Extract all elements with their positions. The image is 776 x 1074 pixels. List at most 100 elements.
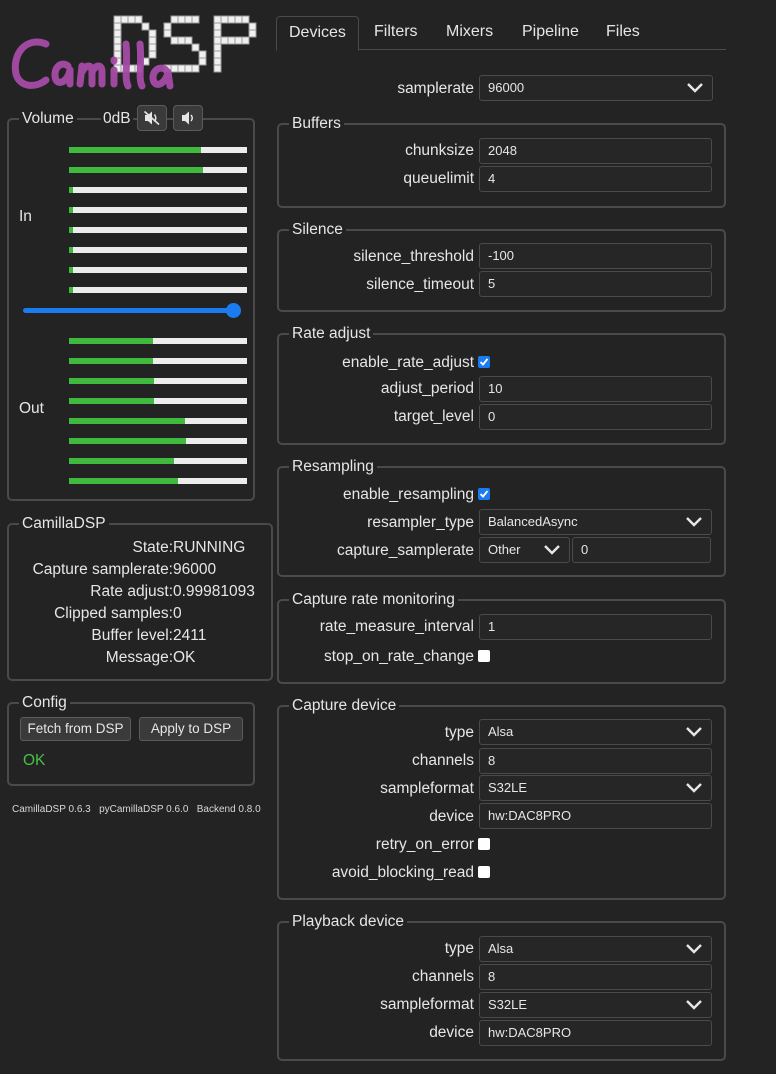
- resampler-type-select[interactable]: BalancedAsync: [479, 509, 712, 535]
- capture-device-input[interactable]: hw:DAC8PRO: [479, 803, 712, 829]
- chevron-down-icon: [687, 83, 703, 93]
- capture-type-value: Alsa: [488, 724, 514, 739]
- chevron-down-icon: [544, 545, 560, 555]
- input-meter-level: [69, 267, 73, 273]
- output-meter: [69, 418, 247, 424]
- status-value: RUNNING: [173, 539, 246, 556]
- resampler-type-label: resampler_type: [367, 514, 474, 531]
- playback-sampleformat-label: sampleformat: [380, 996, 474, 1013]
- input-meter: [69, 287, 247, 293]
- output-meter-level: [69, 338, 153, 344]
- input-meter: [69, 267, 247, 273]
- speaker-muted-icon: [143, 110, 160, 126]
- volume-panel: Volume 0dB In Out: [7, 105, 255, 501]
- playback-type-label: type: [444, 940, 474, 957]
- capture-channels-input[interactable]: 8: [479, 748, 712, 774]
- playback-sampleformat-select[interactable]: S32LE: [479, 992, 712, 1018]
- tab-bar: Devices Filters Mixers Pipeline Files: [276, 16, 726, 51]
- capture-device-label: device: [429, 808, 474, 825]
- config-panel: Config Fetch from DSP Apply to DSP OK: [7, 693, 255, 786]
- capture-type-label: type: [444, 724, 474, 741]
- adjust-period-input[interactable]: 10: [479, 376, 712, 402]
- chevron-down-icon: [686, 783, 702, 793]
- input-meter: [69, 227, 247, 233]
- apply-to-dsp-button[interactable]: Apply to DSP: [139, 717, 243, 741]
- playback-device-label: device: [429, 1024, 474, 1041]
- retry-on-error-checkbox[interactable]: [478, 838, 490, 850]
- silence-timeout-label: silence_timeout: [366, 276, 474, 293]
- input-meter: [69, 187, 247, 193]
- tab-devices[interactable]: Devices: [276, 16, 359, 51]
- tab-files[interactable]: Files: [606, 16, 640, 49]
- output-meter: [69, 398, 247, 404]
- chunksize-label: chunksize: [405, 142, 474, 159]
- status-value: 96000: [173, 561, 217, 578]
- volume-button[interactable]: [173, 105, 203, 131]
- tab-mixers[interactable]: Mixers: [446, 16, 493, 49]
- input-meter-level: [69, 287, 73, 293]
- chevron-down-icon: [686, 517, 702, 527]
- enable-resampling-checkbox[interactable]: [478, 488, 490, 500]
- adjust-period-label: adjust_period: [380, 380, 474, 397]
- queuelimit-label: queuelimit: [403, 170, 474, 187]
- samplerate-select[interactable]: 96000: [479, 75, 713, 101]
- tab-pipeline[interactable]: Pipeline: [522, 16, 579, 49]
- capture-rate-monitoring-legend: Capture rate monitoring: [289, 590, 458, 610]
- silence-threshold-input[interactable]: -100: [479, 243, 712, 269]
- input-meter-level: [69, 247, 73, 253]
- output-meter: [69, 438, 247, 444]
- chevron-down-icon: [686, 727, 702, 737]
- avoid-blocking-read-label: avoid_blocking_read: [331, 864, 474, 881]
- queuelimit-input[interactable]: 4: [479, 166, 712, 192]
- fetch-from-dsp-button[interactable]: Fetch from DSP: [20, 717, 131, 741]
- volume-slider-track[interactable]: [23, 308, 237, 313]
- target-level-label: target_level: [393, 408, 474, 425]
- status-legend: CamillaDSP: [19, 514, 109, 534]
- status-value: 2411: [173, 627, 207, 644]
- silence-timeout-input[interactable]: 5: [479, 271, 712, 297]
- status-row: Clipped samples: 0: [9, 605, 273, 627]
- enable-rate-adjust-checkbox[interactable]: [478, 356, 490, 368]
- stop-on-rate-change-checkbox[interactable]: [478, 650, 490, 662]
- input-meter: [69, 167, 247, 173]
- output-meter-level: [69, 438, 187, 444]
- status-value: 0: [173, 605, 182, 622]
- capture-samplerate-input[interactable]: 0: [572, 537, 711, 563]
- status-key: Message:: [105, 649, 173, 666]
- retry-on-error-label: retry_on_error: [375, 836, 474, 853]
- capture-sampleformat-select[interactable]: S32LE: [479, 775, 712, 801]
- rate-measure-interval-input[interactable]: 1: [479, 614, 712, 640]
- enable-rate-adjust-label: enable_rate_adjust: [342, 354, 474, 371]
- status-key: Buffer level:: [91, 627, 173, 644]
- avoid-blocking-read-checkbox[interactable]: [478, 866, 490, 878]
- capture-samplerate-select[interactable]: Other: [479, 537, 570, 563]
- status-row: Rate adjust: 0.99981093: [9, 583, 273, 605]
- capture-type-select[interactable]: Alsa: [479, 719, 712, 745]
- rate-measure-interval-label: rate_measure_interval: [319, 618, 474, 635]
- output-meter: [69, 478, 247, 484]
- version-info: CamillaDSP 0.6.3 pyCamillaDSP 0.6.0 Back…: [12, 804, 261, 815]
- input-meter: [69, 247, 247, 253]
- output-meter-level: [69, 398, 155, 404]
- enable-resampling-label: enable_resampling: [343, 486, 474, 503]
- input-meter: [69, 207, 247, 213]
- silence-legend: Silence: [289, 220, 346, 240]
- volume-slider-thumb[interactable]: [226, 303, 241, 318]
- output-meter-level: [69, 458, 175, 464]
- output-meter: [69, 358, 247, 364]
- playback-channels-label: channels: [411, 968, 474, 985]
- stop-on-rate-change-label: stop_on_rate_change: [324, 648, 474, 665]
- chunksize-input[interactable]: 2048: [479, 138, 712, 164]
- input-meter-level: [69, 147, 201, 153]
- tab-filters[interactable]: Filters: [374, 16, 418, 49]
- playback-channels-input[interactable]: 8: [479, 964, 712, 990]
- playback-type-select[interactable]: Alsa: [479, 936, 712, 962]
- capture-rate-monitoring-panel: Capture rate monitoring: [277, 590, 726, 684]
- mute-button[interactable]: [137, 105, 167, 131]
- buffers-legend: Buffers: [289, 114, 344, 134]
- target-level-input[interactable]: 0: [479, 404, 712, 430]
- input-meter-level: [69, 167, 203, 173]
- playback-device-input[interactable]: hw:DAC8PRO: [479, 1020, 712, 1046]
- status-key: Clipped samples:: [54, 605, 173, 622]
- samplerate-value: 96000: [488, 80, 525, 95]
